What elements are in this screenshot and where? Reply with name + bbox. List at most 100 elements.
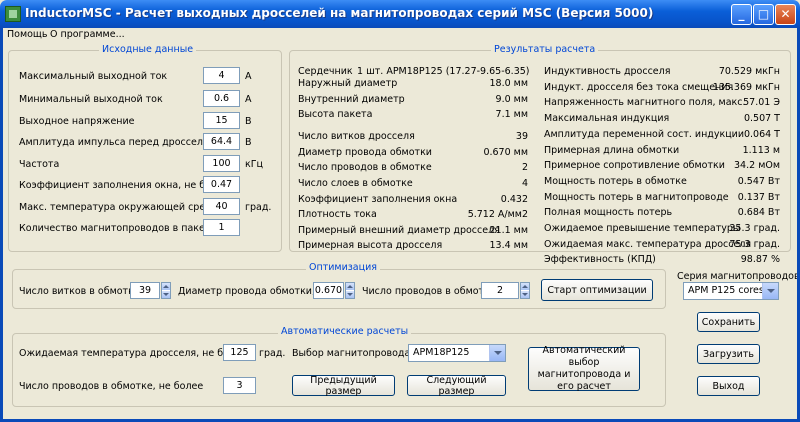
result-label: Индуктивность дросселя	[544, 66, 671, 77]
maximize-button[interactable]: □	[753, 4, 774, 25]
opt-wire-label: Диаметр провода обмотки, мм	[178, 286, 333, 297]
input-label: Частота	[19, 159, 60, 170]
result-value: 0.507 Т	[743, 113, 780, 125]
result-value: 4	[521, 178, 528, 189]
chevron-down-icon[interactable]	[762, 283, 778, 299]
opt-wire-input[interactable]: 0.670	[313, 282, 344, 299]
result-label: Эффективность (КПД)	[544, 254, 656, 266]
series-select[interactable]: APM P125 cores	[683, 282, 779, 300]
result-value: 98.87 %	[740, 254, 780, 266]
result-value: 18.0 мм	[489, 78, 528, 89]
result-value: 34.2 мОм	[734, 160, 780, 172]
result-value: 9.0 мм	[495, 94, 528, 105]
result-value: 75.3 град.	[729, 238, 780, 250]
auto-wires-input[interactable]: 3	[223, 377, 256, 394]
load-button[interactable]: Загрузить	[697, 344, 760, 364]
input-label: Коэффициент заполнения окна, не более	[19, 180, 229, 191]
series-label: Серия магнитопроводов:	[677, 271, 800, 282]
opt-wires-label: Число проводов в обмотке	[362, 286, 496, 297]
opt-wires-input[interactable]: 2	[481, 282, 519, 299]
input-label: Амплитуда импульса перед дросселем	[19, 137, 216, 148]
spin-up-icon[interactable]	[521, 283, 529, 290]
menu-about[interactable]: О программе...	[50, 29, 125, 40]
series-select-value: APM P125 cores	[688, 285, 764, 296]
next-size-button[interactable]: Следующий размер	[407, 375, 506, 397]
spin-down-icon[interactable]	[521, 291, 529, 298]
previous-size-button[interactable]: Предыдущий размер	[292, 375, 395, 397]
opt-turns-input[interactable]: 39	[130, 282, 160, 299]
start-optimization-button[interactable]: Старт оптимизации	[541, 279, 653, 301]
result-label: Примерная длина обмотки	[544, 144, 680, 156]
result-value: 1.113 м	[742, 144, 780, 156]
opt-turns-spinner[interactable]	[161, 282, 171, 299]
input-unit: кГц	[245, 159, 263, 170]
result-value: 0.432	[500, 194, 528, 205]
opt-wires-spinner[interactable]	[520, 282, 530, 299]
input-field[interactable]: 15	[203, 112, 240, 129]
input-field[interactable]: 64.4	[203, 133, 240, 150]
input-field[interactable]: 0.47	[203, 176, 240, 193]
result-label: Внутренний диаметр	[298, 94, 405, 105]
result-label: Максимальная индукция	[544, 113, 670, 125]
close-button[interactable]: ✕	[775, 4, 796, 25]
input-label: Максимальный выходной ток	[19, 71, 168, 82]
auto-core-select[interactable]: APM18P125	[408, 344, 506, 362]
app-icon	[5, 6, 21, 22]
results-group-title: Результаты расчета	[491, 44, 599, 55]
input-label: Выходное напряжение	[19, 116, 135, 127]
minimize-button[interactable]: _	[731, 4, 752, 25]
result-value: 135.369 мкГн	[712, 81, 780, 93]
spin-down-icon[interactable]	[162, 291, 170, 298]
input-label: Количество магнитопроводов в пакете	[19, 223, 217, 234]
result-label: Число проводов в обмотке	[298, 162, 432, 173]
result-value: 2	[521, 162, 528, 173]
input-field[interactable]: 100	[203, 155, 240, 172]
result-value: 21.1 мм	[489, 225, 528, 236]
result-label: Число витков дросселя	[298, 131, 415, 142]
result-value: 13.4 мм	[489, 240, 528, 251]
input-unit: В	[245, 116, 252, 127]
result-value: 7.1 мм	[495, 109, 528, 120]
result-value: 0.670 мм	[483, 147, 528, 158]
auto-temp-input[interactable]: 125	[223, 344, 256, 361]
spin-up-icon[interactable]	[162, 283, 170, 290]
input-unit: В	[245, 137, 252, 148]
input-group-title: Исходные данные	[99, 44, 197, 55]
input-field[interactable]: 4	[203, 67, 240, 84]
auto-temp-unit: град.	[259, 348, 286, 359]
result-value: 0.684 Вт	[737, 207, 780, 219]
auto-temp-label: Ожидаемая температура дросселя, не более	[19, 348, 247, 359]
exit-button[interactable]: Выход	[697, 376, 760, 396]
input-unit: град.	[245, 202, 272, 213]
result-label: Диаметр провода обмотки	[298, 147, 432, 158]
menu-help[interactable]: Помощь	[7, 29, 47, 40]
result-value: 0.547 Вт	[737, 175, 780, 187]
result-label: Наружный диаметр	[298, 78, 398, 89]
auto-select-core-button[interactable]: Автоматический выбор магнитопровода и ег…	[528, 345, 640, 392]
input-label: Минимальный выходной ток	[19, 94, 163, 105]
result-value: 39	[515, 131, 528, 142]
result-value: 0.064 Т	[743, 128, 780, 140]
optimization-group-title: Оптимизация	[306, 262, 380, 273]
result-value: 0.137 Вт	[737, 191, 780, 203]
input-label: Макс. температура окружающей среды	[19, 202, 220, 213]
auto-wires-label: Число проводов в обмотке, не более	[19, 381, 204, 392]
result-value: 35.3 град.	[729, 223, 780, 234]
input-field[interactable]: 1	[203, 219, 240, 236]
spin-up-icon[interactable]	[346, 283, 354, 290]
result-value: 70.529 мкГн	[718, 66, 780, 77]
opt-wire-spinner[interactable]	[345, 282, 355, 299]
chevron-down-icon[interactable]	[489, 345, 505, 361]
auto-core-label: Выбор магнитопровода:	[292, 348, 414, 359]
auto-group-title: Автоматические расчеты	[278, 326, 412, 337]
spin-down-icon[interactable]	[346, 291, 354, 298]
input-field[interactable]: 0.6	[203, 90, 240, 107]
result-label: Высота пакета	[298, 109, 373, 120]
save-button[interactable]: Сохранить	[697, 312, 760, 332]
auto-core-select-value: APM18P125	[413, 347, 470, 358]
window-title: InductorMSC - Расчет выходных дросселей …	[25, 6, 654, 20]
input-unit: А	[245, 94, 252, 105]
result-value: 57.01 Э	[743, 97, 780, 109]
input-field[interactable]: 40	[203, 198, 240, 215]
core-value: 1 шт. APM18P125 (17.27-9.65-6.35)	[357, 66, 530, 77]
